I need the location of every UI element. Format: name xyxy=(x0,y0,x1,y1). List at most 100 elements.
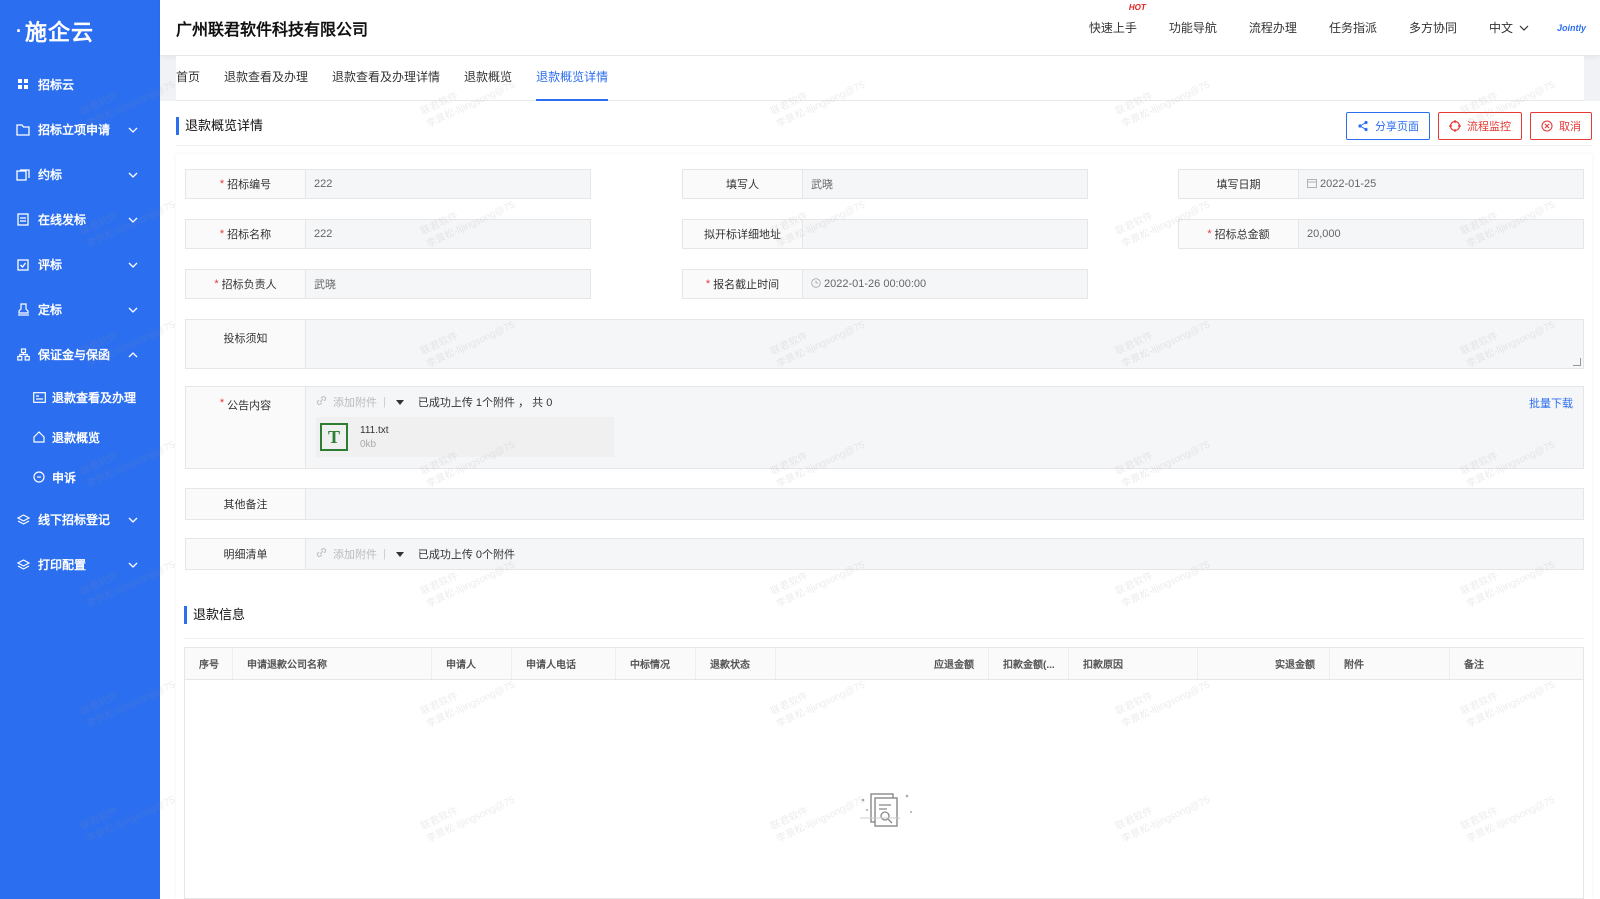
home-icon xyxy=(32,430,46,444)
header-nav-function-guide[interactable]: 功能导航 xyxy=(1169,19,1217,36)
attachment-file[interactable]: T 111.txt 0kb xyxy=(316,417,614,457)
card-icon xyxy=(32,390,46,404)
deadline-field: * 报名截止时间 2022-01-26 00:00:00 xyxy=(682,269,1088,299)
logo-dot-icon: · xyxy=(16,20,23,41)
caret-down-icon[interactable] xyxy=(395,399,404,405)
add-attachment-button[interactable]: 添加附件 xyxy=(333,394,377,410)
total-amount-label: * 招标总金额 xyxy=(1179,220,1299,248)
text-file-icon: T xyxy=(320,423,348,451)
clock-icon xyxy=(811,277,821,291)
language-select[interactable]: 中文 xyxy=(1489,19,1529,36)
chevron-down-icon xyxy=(128,517,138,523)
table-header: 序号 申请退款公司名称 申请人 申请人电话 中标情况 退款状态 应退金额 扣款金… xyxy=(185,648,1583,680)
column-header[interactable]: 扣款金额(... xyxy=(989,648,1069,679)
tab-refund-handle[interactable]: 退款查看及办理 xyxy=(224,55,308,100)
column-header[interactable]: 序号 xyxy=(185,648,233,679)
sidebar-item-deposit-guarantee[interactable]: 保证金与保函 xyxy=(0,332,160,377)
other-remarks-input[interactable] xyxy=(306,489,1583,519)
divider xyxy=(184,638,1584,639)
fill-date-field: 填写日期 2022-01-25 xyxy=(1178,169,1584,199)
attachment-toolbar: 添加附件 | 已成功上传 0个附件 xyxy=(306,539,515,569)
tab-refund-overview[interactable]: 退款概览 xyxy=(464,55,512,100)
sidebar-item-bid-cloud[interactable]: 招标云 xyxy=(0,62,160,107)
tab-home[interactable]: 首页 xyxy=(176,55,200,100)
sidebar-item-evaluate[interactable]: 评标 xyxy=(0,242,160,287)
process-monitor-label: 流程监控 xyxy=(1467,120,1511,133)
header-nav-process[interactable]: 流程办理 xyxy=(1249,19,1297,36)
share-page-button[interactable]: 分享页面 xyxy=(1346,111,1430,140)
writer-field: 填写人 武晓 xyxy=(682,169,1088,199)
column-header[interactable]: 退款状态 xyxy=(696,648,776,679)
resize-handle-icon[interactable] xyxy=(1573,358,1581,366)
sidebar-subitem-refund-handle[interactable]: 退款查看及办理 xyxy=(0,377,160,417)
column-header[interactable]: 附件 xyxy=(1330,648,1450,679)
cancel-button[interactable]: 取消 xyxy=(1530,111,1592,140)
document-icon xyxy=(16,213,30,227)
attachment-toolbar: 添加附件 | 已成功上传 1个附件 ， 共 0 xyxy=(306,387,1583,417)
empty-state-icon xyxy=(855,788,915,835)
sidebar-item-label: 评标 xyxy=(38,258,63,272)
link-icon xyxy=(316,395,327,409)
refund-section-title: 退款信息 xyxy=(184,606,245,624)
top-header: 广州联君软件科技有限公司 快速上手 HOT 功能导航 流程办理 任务指派 多方协… xyxy=(160,0,1600,56)
column-header[interactable]: 应退金额 xyxy=(776,648,989,679)
header-nav-task-assign[interactable]: 任务指派 xyxy=(1329,19,1377,36)
fill-date-input[interactable]: 2022-01-25 xyxy=(1299,170,1583,198)
bid-name-label: * 招标名称 xyxy=(186,220,306,248)
caret-down-icon[interactable] xyxy=(395,551,404,557)
sidebar-item-offline-register[interactable]: 线下招标登记 xyxy=(0,497,160,542)
bid-no-input[interactable]: 222 xyxy=(306,170,590,198)
sidebar-item-label: 线下招标登记 xyxy=(38,513,111,527)
other-remarks-field: 其他备注 xyxy=(185,488,1584,520)
column-header[interactable]: 申请人 xyxy=(432,648,512,679)
company-name: 广州联君软件科技有限公司 xyxy=(176,21,369,39)
column-header[interactable]: 实退金额 xyxy=(1198,648,1330,679)
sidebar-item-label: 定标 xyxy=(38,303,63,317)
sidebar-item-print-config[interactable]: 打印配置 xyxy=(0,542,160,587)
header-nav-quick-start[interactable]: 快速上手 HOT xyxy=(1088,3,1146,36)
link-icon xyxy=(316,547,327,561)
folder-icon xyxy=(16,123,30,137)
batch-download-link[interactable]: 批量下载 xyxy=(1529,395,1573,411)
column-header[interactable]: 申请人电话 xyxy=(512,648,616,679)
bid-name-input[interactable]: 222 xyxy=(306,220,590,248)
share-icon xyxy=(1358,120,1368,131)
header-nav-label: 快速上手 xyxy=(1088,21,1137,35)
column-header[interactable]: 申请退款公司名称 xyxy=(233,648,432,679)
column-header[interactable]: 扣款原因 xyxy=(1069,648,1198,679)
announcement-label: * 公告内容 xyxy=(186,387,306,468)
add-attachment-button[interactable]: 添加附件 xyxy=(333,546,377,562)
owner-input[interactable]: 武晓 xyxy=(306,270,590,298)
sidebar-item-label: 招标立项申请 xyxy=(38,123,111,137)
process-monitor-button[interactable]: 流程监控 xyxy=(1438,111,1522,140)
writer-input[interactable]: 武晓 xyxy=(803,170,1087,198)
other-remarks-label: 其他备注 xyxy=(186,489,306,519)
notice-textarea[interactable] xyxy=(306,320,1583,368)
deadline-input[interactable]: 2022-01-26 00:00:00 xyxy=(803,270,1087,298)
tab-refund-overview-detail[interactable]: 退款概览详情 xyxy=(536,55,609,101)
sidebar-item-invite-bid[interactable]: 约标 xyxy=(0,152,160,197)
stack-icon xyxy=(16,168,30,182)
header-nav: 快速上手 HOT 功能导航 流程办理 任务指派 多方协同 中文 Jointly xyxy=(1057,3,1600,36)
clipboard-icon xyxy=(16,258,30,272)
sidebar-subitem-label: 退款查看及办理 xyxy=(52,390,137,405)
owner-field: * 招标负责人 武晓 xyxy=(185,269,591,299)
language-label: 中文 xyxy=(1488,21,1513,35)
sidebar-subitem-refund-overview[interactable]: 退款概览 xyxy=(0,417,160,457)
chevron-down-icon xyxy=(1519,25,1529,31)
open-address-input[interactable] xyxy=(803,220,1087,248)
sidebar-item-online-bid[interactable]: 在线发标 xyxy=(0,197,160,242)
sidebar-subitem-appeal[interactable]: 申诉 xyxy=(0,457,160,497)
column-header[interactable]: 备注 xyxy=(1450,648,1583,679)
writer-label: 填写人 xyxy=(683,170,803,198)
page-title: 退款概览详情 xyxy=(176,116,1338,135)
header-nav-collaboration[interactable]: 多方协同 xyxy=(1409,19,1457,36)
sidebar-item-award[interactable]: 定标 xyxy=(0,287,160,332)
column-header[interactable]: 中标情况 xyxy=(616,648,696,679)
app-logo[interactable]: · 施企云 xyxy=(0,0,160,62)
layers-icon xyxy=(16,513,30,527)
tab-refund-handle-detail[interactable]: 退款查看及办理详情 xyxy=(332,55,440,100)
sidebar-item-project-application[interactable]: 招标立项申请 xyxy=(0,107,160,152)
total-amount-input[interactable]: 20,000 xyxy=(1299,220,1583,248)
breadcrumb-tabs: 首页 退款查看及办理 退款查看及办理详情 退款概览 退款概览详情 xyxy=(176,56,1584,101)
